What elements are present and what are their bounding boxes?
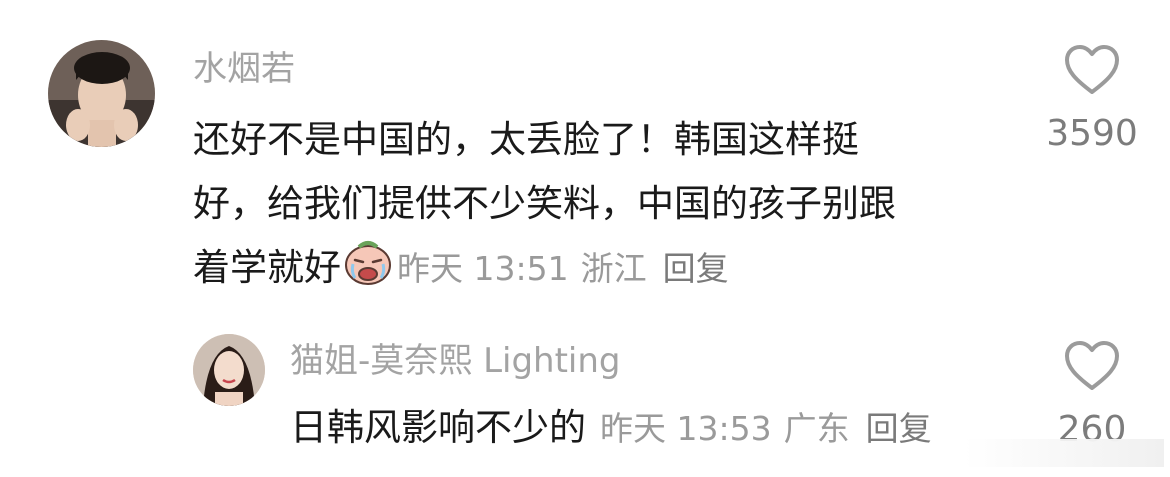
avatar-image (48, 40, 155, 147)
comment-date: 昨天 13:53 (600, 409, 772, 448)
comment-text-line: 日韩风影响不少的 (290, 406, 586, 449)
comment-text: 日韩风影响不少的 昨天 13:53 广东 回复 (290, 400, 932, 457)
like-button[interactable] (1064, 44, 1120, 96)
crying-face-emoji-icon (343, 238, 393, 306)
comment-username[interactable]: 猫姐-莫奈熙 Lighting (290, 338, 621, 384)
heart-icon (1065, 45, 1119, 94)
comment-text-line: 还好不是中国的，太丢脸了！韩国这样挺 (193, 118, 859, 161)
reply-button[interactable]: 回复 (866, 409, 932, 448)
comment-username[interactable]: 水烟若 (193, 46, 295, 92)
comment-text-line: 好，给我们提供不少笑料，中国的孩子别跟 (193, 182, 896, 225)
comment-date: 昨天 13:51 (397, 249, 569, 288)
comment-location: 广东 (783, 409, 850, 448)
comment-text-line-last: 着学就好 昨天 13:51 浙江 回复 (193, 236, 896, 306)
comment-item: 水烟若 还好不是中国的，太丢脸了！韩国这样挺 好，给我们提供不少笑料，中国的孩子… (0, 0, 1170, 310)
comment-location: 浙江 (580, 249, 647, 288)
comment-text-line: 着学就好 (193, 246, 341, 289)
like-button[interactable] (1064, 340, 1120, 392)
avatar[interactable] (48, 40, 155, 147)
watermark-overlay (964, 439, 1164, 467)
like-count: 3590 (1046, 113, 1138, 154)
avatar-image (193, 334, 265, 406)
comment-text: 还好不是中国的，太丢脸了！韩国这样挺 好，给我们提供不少笑料，中国的孩子别跟 着… (193, 108, 896, 306)
avatar[interactable] (193, 334, 265, 406)
heart-icon (1065, 341, 1119, 390)
reply-button[interactable]: 回复 (663, 249, 729, 288)
